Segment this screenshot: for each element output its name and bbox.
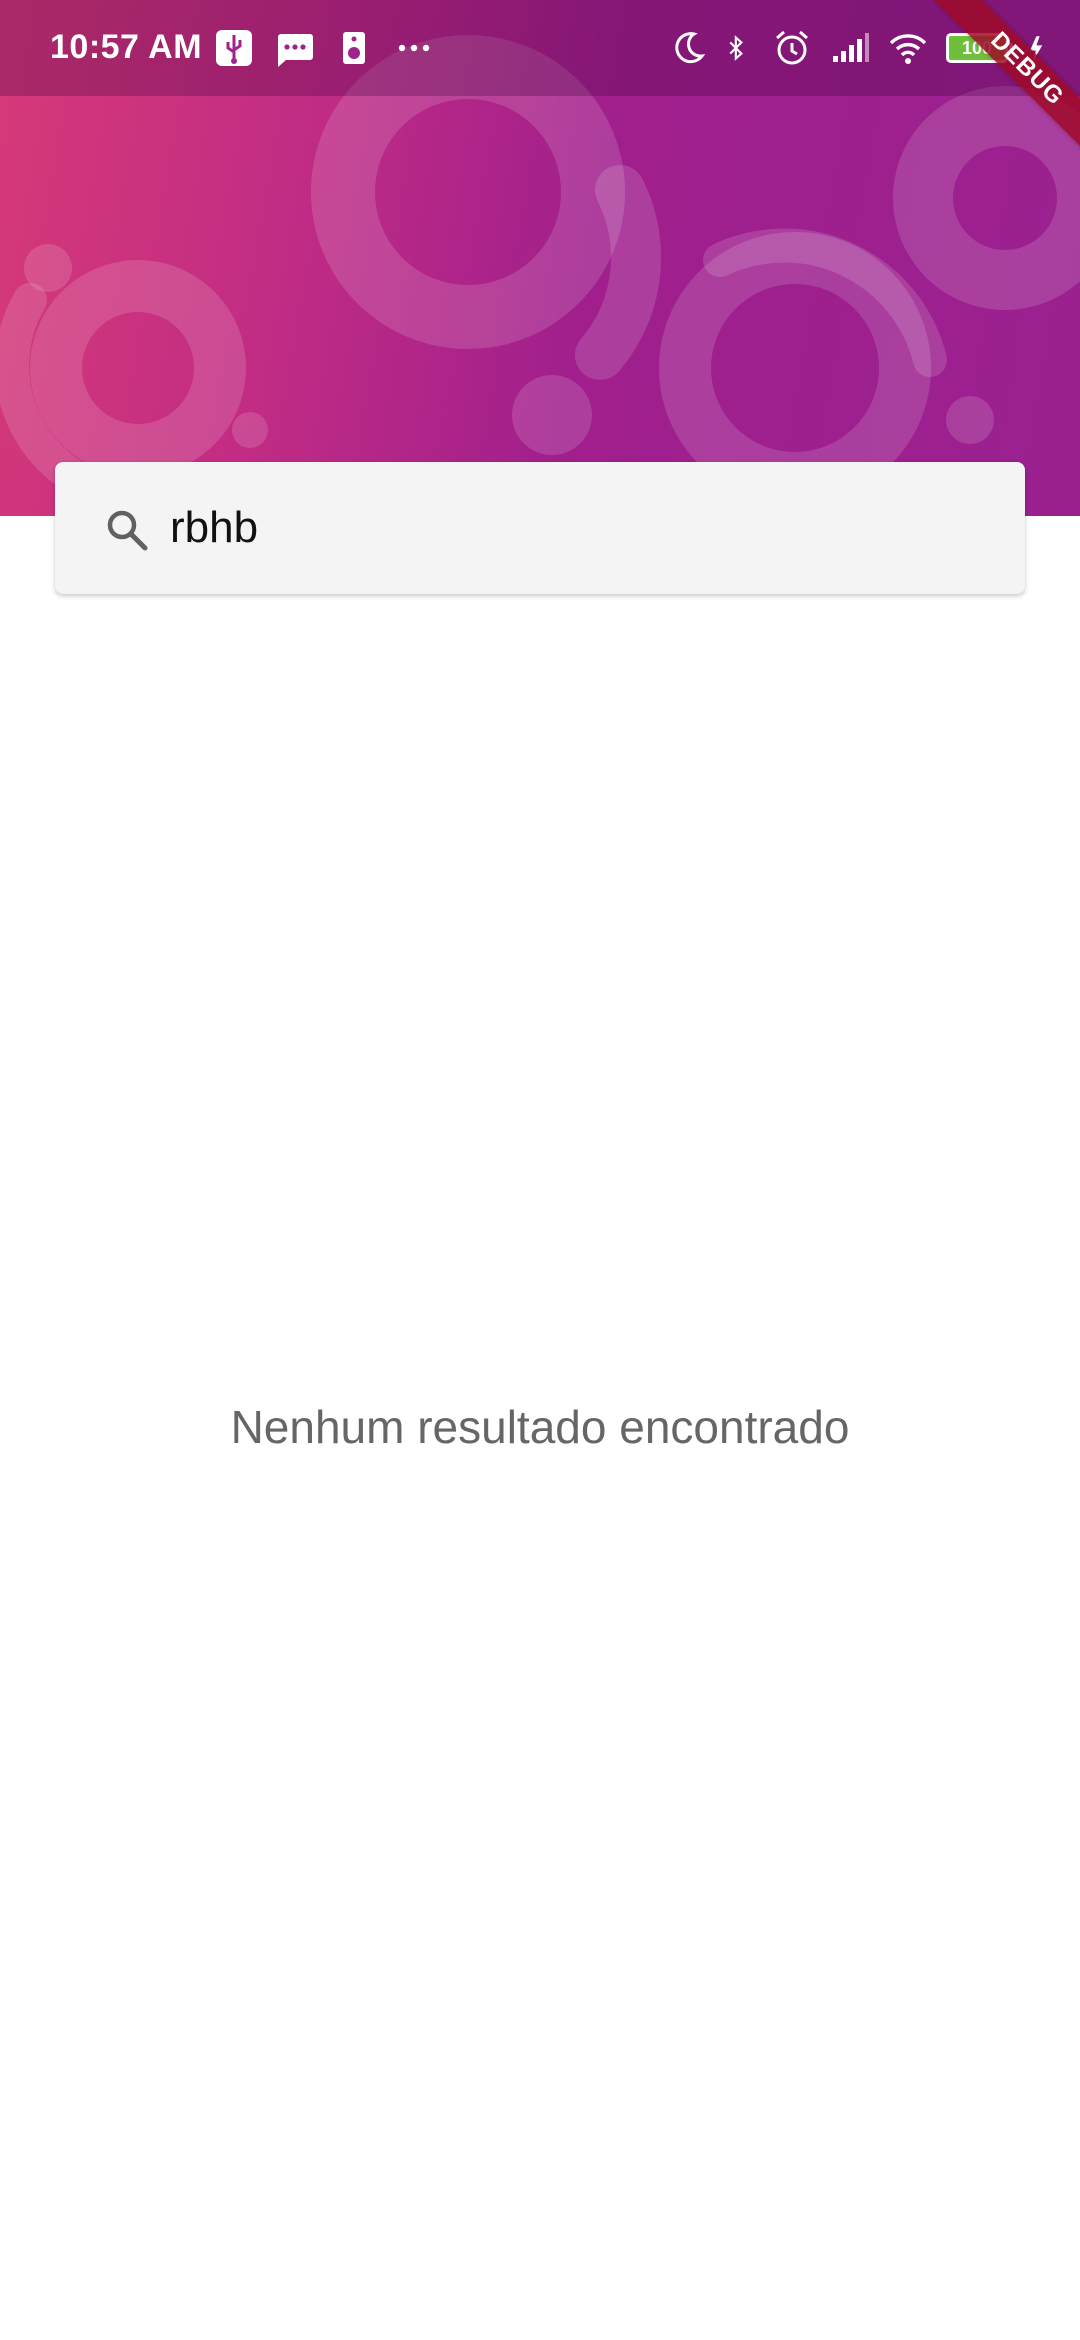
status-time: 10:57 AM: [50, 28, 203, 66]
signal-icon: [833, 33, 869, 62]
usb-icon: [216, 30, 252, 66]
alarm-icon: [776, 30, 808, 65]
search-input[interactable]: [170, 492, 990, 564]
wifi-icon: [889, 34, 927, 64]
more-dots-icon: [398, 44, 430, 52]
search-bar[interactable]: [55, 462, 1025, 594]
message-icon: [278, 34, 313, 67]
search-screen: 10:57 AM 100 DEBUG rbhb Nenhum resultado…: [0, 0, 1080, 2340]
status-left-icons: [214, 26, 434, 70]
moon-icon: [675, 32, 706, 64]
bluetooth-icon: [729, 35, 743, 61]
speaker-icon: [343, 32, 365, 64]
status-bar: 10:57 AM 100: [0, 0, 1080, 96]
no-results-message: Nenhum resultado encontrado: [230, 1401, 850, 1453]
search-icon: [107, 510, 148, 551]
